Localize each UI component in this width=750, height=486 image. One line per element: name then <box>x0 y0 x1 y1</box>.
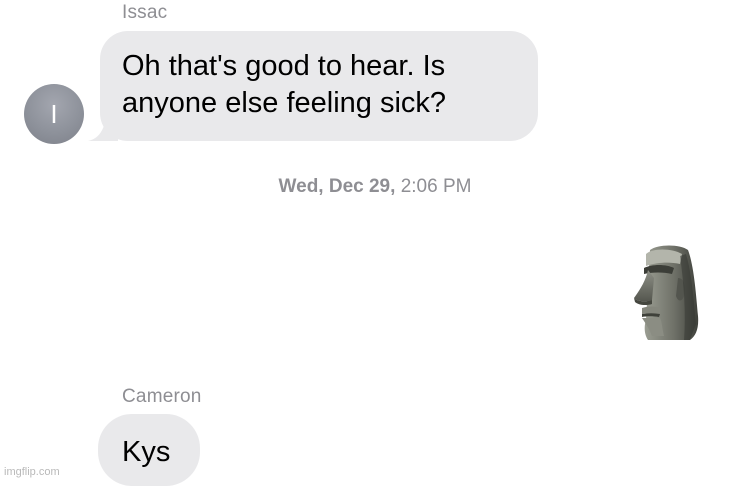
timestamp: Wed, Dec 29, 2:06 PM <box>0 176 750 198</box>
watermark: imgflip.com <box>4 466 60 478</box>
sender-name-issac: Issac <box>122 2 168 23</box>
moai-icon[interactable] <box>628 244 700 342</box>
avatar[interactable]: I <box>24 84 84 144</box>
message-text-line: anyone else feeling sick? <box>122 87 447 119</box>
message-text-line: Oh that's good to hear. Is <box>122 50 446 82</box>
avatar-initial: I <box>50 98 58 129</box>
message-bubble-incoming[interactable]: Kys <box>98 414 200 486</box>
message-text: Kys <box>122 436 171 468</box>
sender-name-cameron: Cameron <box>122 386 202 407</box>
timestamp-time: 2:06 PM <box>400 176 472 197</box>
message-bubble-incoming[interactable]: Oh that's good to hear. Is anyone else f… <box>100 31 538 141</box>
timestamp-date: Wed, Dec 29, <box>278 176 396 197</box>
